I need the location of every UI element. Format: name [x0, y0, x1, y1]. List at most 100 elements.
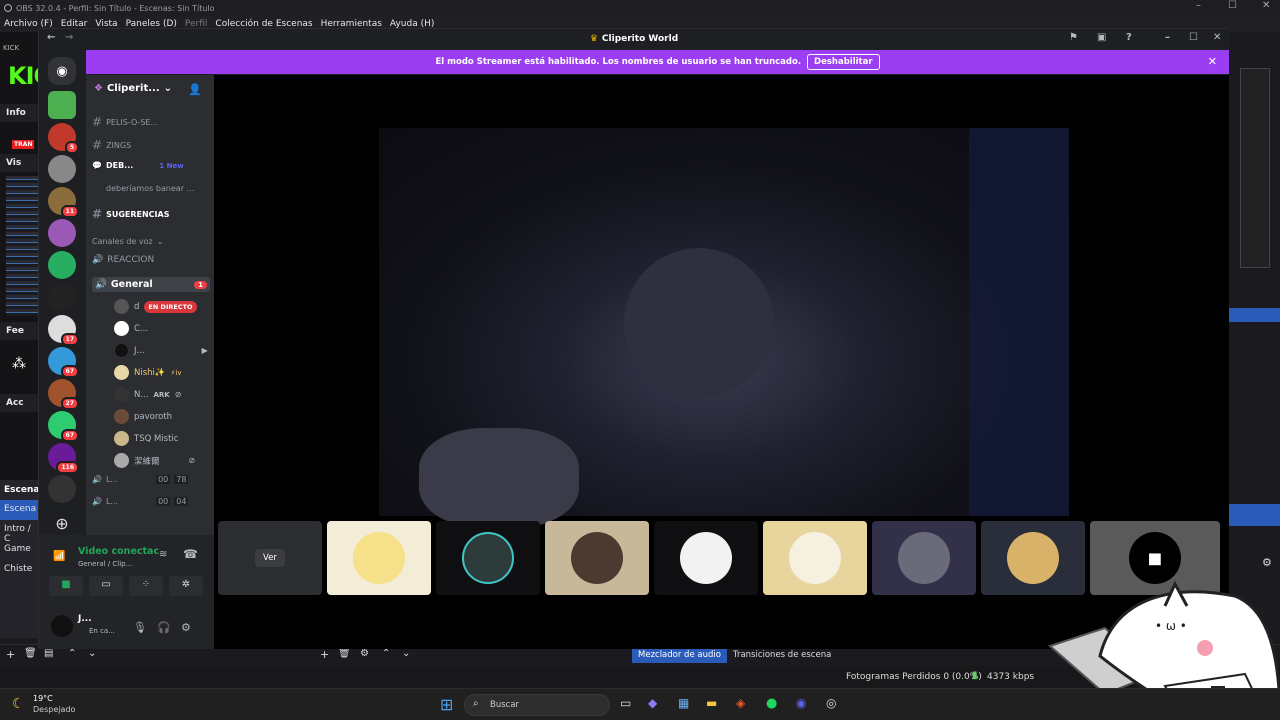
view-button[interactable]: Ver [255, 549, 285, 567]
voice-member[interactable]: J... ▶ [114, 343, 208, 358]
headphones-icon[interactable]: 🎧 [157, 621, 171, 634]
spotify-icon[interactable]: ● [766, 696, 777, 711]
file-explorer-icon[interactable]: ▬ [706, 696, 717, 710]
tab-audio-mixer[interactable]: Mezclador de audio [632, 647, 727, 663]
participant-tile[interactable] [327, 521, 431, 595]
filter-icon[interactable]: ▤ [44, 648, 53, 659]
disconnect-icon[interactable]: ☎ [183, 547, 198, 561]
add-server-icon[interactable]: ⊕ [48, 509, 76, 537]
task-view-icon[interactable]: ▭ [620, 696, 631, 710]
temperature[interactable]: 19°C [33, 694, 53, 703]
screen-share-button[interactable]: ▭ [89, 576, 123, 596]
server-icon[interactable]: 27 [48, 379, 79, 410]
up-icon[interactable]: ⌃ [382, 648, 390, 659]
microphone-icon[interactable]: 🎙 [133, 621, 147, 634]
user-avatar[interactable] [51, 615, 73, 637]
flag-icon[interactable]: ⚑ [1069, 32, 1078, 43]
down-icon[interactable]: ⌄ [88, 648, 96, 659]
close-icon[interactable]: ✕ [1213, 32, 1221, 43]
thread-item[interactable]: deberíamos banear ... [106, 184, 194, 193]
voice-channel[interactable]: 🔊 L... 00 78 [92, 475, 189, 484]
voice-channel[interactable]: 🔊 REACCION [92, 255, 154, 265]
selected-row[interactable] [1228, 504, 1280, 526]
forward-arrow-icon[interactable]: → [65, 32, 73, 43]
user-settings-icon[interactable]: ⚙ [181, 621, 191, 634]
taskbar-search[interactable]: ⌕ Buscar [464, 694, 610, 716]
maximize-icon[interactable]: ☐ [1228, 0, 1237, 11]
voice-member[interactable]: Nishi✨ ⚡iv [114, 365, 182, 380]
weather-text[interactable]: Despejado [33, 705, 75, 714]
discord-home-icon[interactable]: ◉ [48, 57, 76, 85]
voice-member[interactable]: d EN DIRECTO [114, 299, 197, 314]
scene-item[interactable]: Chiste [0, 560, 40, 580]
server-icon[interactable]: 67 [48, 347, 79, 378]
main-video-stream[interactable] [379, 128, 1069, 528]
maximize-icon[interactable]: ☐ [1189, 32, 1198, 43]
server-icon[interactable]: 11 [48, 187, 79, 218]
member-tag: ⚡iv [170, 368, 182, 377]
hidden-stream-tile[interactable]: Ver [218, 521, 322, 595]
activities-button[interactable]: ⁘ [129, 576, 163, 596]
server-icon[interactable]: 5 [48, 123, 79, 154]
close-icon[interactable]: ✕ [1262, 0, 1270, 11]
store-icon[interactable]: ▦ [678, 696, 689, 710]
voice-channel-active[interactable]: 🔊 General 1 [92, 277, 210, 292]
participant-tile[interactable] [436, 521, 540, 595]
selected-row[interactable] [1228, 308, 1280, 322]
voice-member[interactable]: TSQ Mistic [114, 431, 178, 446]
trash-icon[interactable]: 🗑 [338, 648, 351, 659]
voice-member[interactable]: pavoroth [114, 409, 172, 424]
help-icon[interactable]: ? [1126, 32, 1132, 43]
server-icon[interactable]: 17 [48, 315, 79, 346]
participant-tile[interactable] [763, 521, 867, 595]
invite-icon[interactable]: 👤 [188, 83, 202, 96]
noise-suppression-icon[interactable]: ≋ [159, 549, 167, 560]
trash-icon[interactable]: 🗑 [24, 648, 37, 659]
camera-button[interactable]: ■ [49, 576, 83, 596]
channel-item[interactable]: # ZINGS [92, 138, 131, 152]
brave-icon[interactable]: ◈ [736, 696, 745, 710]
participant-tile[interactable] [545, 521, 649, 595]
dock-tab-kick[interactable]: KICK [3, 44, 19, 52]
server-icon[interactable] [48, 251, 76, 279]
discord-taskbar-icon[interactable]: ◉ [796, 696, 806, 710]
scene-item[interactable]: Escena [0, 500, 40, 520]
copilot-icon[interactable]: ◆ [648, 696, 657, 710]
discord-titlebar: ♛ Cliperito World ← → ⚑ ▣ ? – ☐ ✕ [39, 29, 1229, 49]
disable-streamer-button[interactable]: Deshabilitar [807, 54, 880, 70]
server-icon[interactable] [48, 155, 76, 183]
channel-item[interactable]: # PELIS-O-SE... [92, 115, 158, 129]
add-icon[interactable]: + [6, 648, 15, 661]
up-icon[interactable]: ⌃ [68, 648, 76, 659]
server-icon[interactable] [48, 219, 76, 247]
voice-member[interactable]: 潔維爾 ⊘ [114, 453, 195, 468]
voice-member[interactable]: N... ARK ⊘ [114, 387, 181, 402]
server-icon[interactable] [48, 283, 76, 311]
server-name-header[interactable]: ❖ Cliperit... ⌄ [94, 83, 172, 94]
voice-location[interactable]: General / Clip... [78, 560, 132, 568]
windows-start-icon[interactable]: ⊞ [440, 695, 453, 714]
add-icon[interactable]: + [320, 648, 329, 661]
minimize-icon[interactable]: – [1196, 0, 1201, 11]
voice-member[interactable]: C... [114, 321, 148, 336]
server-icon[interactable]: 116 [48, 443, 79, 474]
server-icon[interactable] [48, 91, 76, 119]
close-banner-icon[interactable]: ✕ [1208, 55, 1217, 68]
minimize-icon[interactable]: – [1165, 32, 1170, 43]
channel-item[interactable]: 💬 DEB... 1 New [92, 161, 184, 170]
inbox-icon[interactable]: ▣ [1097, 32, 1106, 43]
down-icon[interactable]: ⌄ [402, 648, 410, 659]
voice-channel[interactable]: 🔊 L... 00 04 [92, 497, 189, 506]
obs-taskbar-icon[interactable]: ◎ [826, 696, 836, 710]
server-icon[interactable] [48, 475, 76, 503]
server-icon[interactable]: 67 [48, 411, 79, 442]
channel-item[interactable]: # SUGERENCIAS [92, 207, 169, 221]
participant-tile[interactable] [872, 521, 976, 595]
soundboard-button[interactable]: ✲ [169, 576, 203, 596]
back-arrow-icon[interactable]: ← [47, 32, 55, 43]
tab-scene-transitions[interactable]: Transiciones de escena [728, 647, 836, 663]
gear-icon[interactable]: ⚙ [360, 648, 369, 659]
voice-category[interactable]: Canales de voz ⌄ [92, 237, 163, 246]
scene-item[interactable]: Intro / C [0, 520, 40, 544]
participant-tile[interactable] [654, 521, 758, 595]
